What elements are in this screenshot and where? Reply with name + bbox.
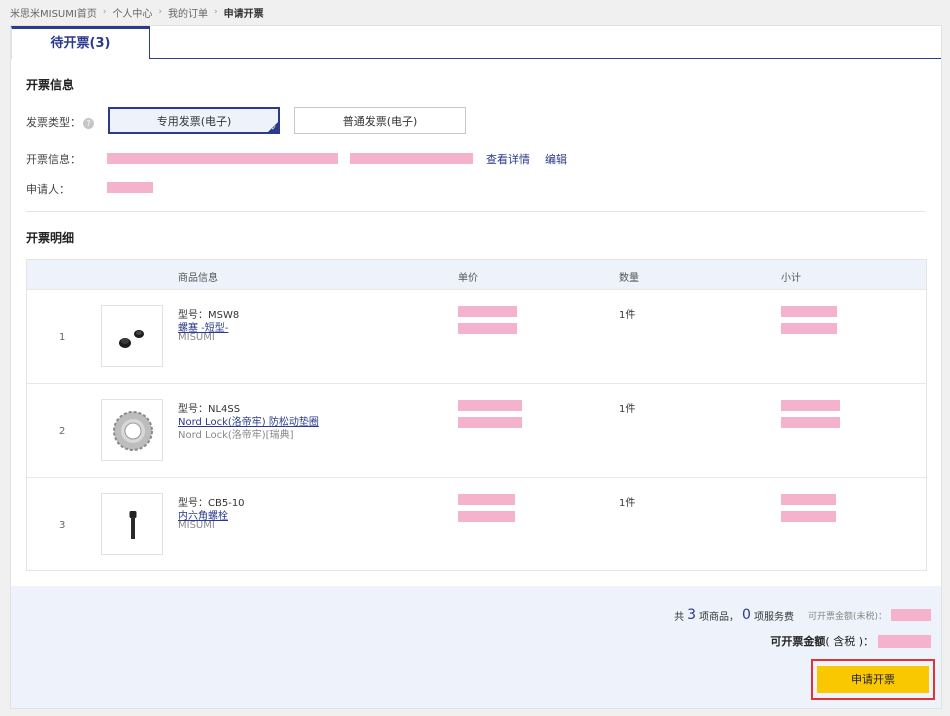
invoice-type-label: 发票类型： bbox=[26, 116, 81, 129]
table-row: 3 型号：CB5-10 内六角螺栓 MISUMI 1件 bbox=[27, 477, 926, 571]
col-product-info: 商品信息 bbox=[178, 273, 218, 284]
redacted-unit-price-tax bbox=[458, 417, 522, 428]
product-image[interactable] bbox=[101, 493, 163, 555]
product-count: 3 bbox=[687, 607, 697, 623]
redacted-amount-excl-tax bbox=[891, 609, 931, 621]
redacted-amount-incl-tax bbox=[878, 634, 931, 648]
breadcrumb-my-orders[interactable]: 我的订单 bbox=[168, 5, 208, 20]
product-image[interactable] bbox=[101, 399, 163, 461]
breadcrumb-current: 申请开票 bbox=[223, 8, 264, 20]
redacted-unit-price bbox=[458, 306, 517, 317]
chevron-right-icon: › bbox=[214, 7, 218, 17]
invoice-detail-title: 开票明细 bbox=[26, 231, 75, 245]
invoice-type-normal-button[interactable]: 普通发票(电子) bbox=[294, 107, 466, 134]
check-icon: ✓ bbox=[271, 124, 277, 132]
redacted-unit-price-tax bbox=[458, 511, 515, 522]
apply-button-highlight: 申请开票 bbox=[811, 659, 935, 700]
redacted-unit-price-tax bbox=[458, 323, 517, 334]
table-row: 1 型号：MSW8 螺塞 -短型- MISUMI 1件 bbox=[27, 289, 926, 383]
redacted-subtotal bbox=[781, 400, 840, 411]
redacted-applicant bbox=[107, 182, 153, 193]
col-quantity: 数量 bbox=[619, 273, 639, 284]
breadcrumb-user-center[interactable]: 个人中心 bbox=[112, 5, 152, 20]
product-quantity: 1件 bbox=[619, 498, 636, 509]
redacted-company-name bbox=[107, 153, 338, 164]
invoice-panel: 待开票(3) 开票信息 发票类型：? 专用发票(电子) ✓ 普通发票(电子) 开… bbox=[10, 25, 942, 709]
product-brand: Nord Lock(洛帝牢)[瑞典] bbox=[178, 430, 294, 441]
product-image[interactable] bbox=[101, 305, 163, 367]
redacted-subtotal bbox=[781, 306, 837, 317]
row-index: 1 bbox=[59, 332, 66, 343]
invoice-type-normal-label: 普通发票(电子) bbox=[342, 114, 418, 128]
invoice-type-special-button[interactable]: 专用发票(电子) ✓ bbox=[108, 107, 280, 134]
product-quantity: 1件 bbox=[619, 310, 636, 321]
invoice-info-title: 开票信息 bbox=[26, 78, 75, 92]
col-subtotal: 小计 bbox=[781, 273, 801, 284]
redacted-unit-price bbox=[458, 494, 515, 505]
product-count-suffix: 项商品， bbox=[699, 611, 740, 623]
amount-incl-tax-label: 可开票金额 bbox=[770, 635, 826, 648]
applicant-label: 申请人： bbox=[26, 183, 70, 196]
summary-amount-line: 可开票金额 ( 含税 )： bbox=[770, 633, 931, 649]
tab-underline-cover bbox=[12, 58, 149, 60]
redacted-subtotal-tax bbox=[781, 323, 837, 334]
invoice-type-special-label: 专用发票(电子) bbox=[156, 114, 232, 128]
invoice-info-label: 开票信息： bbox=[26, 153, 81, 166]
row-index: 2 bbox=[59, 426, 66, 437]
redacted-subtotal-tax bbox=[781, 417, 840, 428]
edit-link[interactable]: 编辑 bbox=[545, 151, 567, 167]
service-count: 0 bbox=[742, 607, 751, 623]
breadcrumb: 米思米MISUMI首页 › 个人中心 › 我的订单 › 申请开票 bbox=[10, 5, 264, 20]
tab-pending-invoice[interactable]: 待开票(3) bbox=[11, 26, 150, 59]
section-divider bbox=[26, 211, 925, 212]
table-header: 商品信息 单价 数量 小计 bbox=[27, 260, 926, 289]
col-unit-price: 单价 bbox=[458, 273, 478, 284]
redacted-unit-price bbox=[458, 400, 522, 411]
invoice-type-row: 发票类型：? bbox=[26, 114, 94, 130]
product-quantity: 1件 bbox=[619, 404, 636, 415]
service-count-suffix: 项服务费 bbox=[753, 611, 794, 623]
chevron-right-icon: › bbox=[102, 7, 107, 17]
product-brand: MISUMI bbox=[178, 520, 215, 531]
view-details-link[interactable]: 查看详情 bbox=[486, 151, 530, 167]
question-mark-icon[interactable]: ? bbox=[83, 117, 94, 129]
amount-excl-tax-label: 可开票金额(未税)： bbox=[807, 611, 887, 622]
redacted-subtotal-tax bbox=[781, 511, 836, 522]
row-index: 3 bbox=[59, 520, 66, 531]
invoice-detail-table: 商品信息 单价 数量 小计 1 型号：MSW8 螺塞 -短型- MISUMI 1… bbox=[26, 259, 927, 571]
redacted-tax-number bbox=[350, 153, 473, 164]
tab-bar: 待开票(3) bbox=[11, 26, 941, 60]
summary-total-prefix: 共 bbox=[674, 611, 685, 623]
apply-invoice-button[interactable]: 申请开票 bbox=[817, 666, 929, 693]
chevron-right-icon: › bbox=[158, 7, 163, 17]
amount-incl-tax-note: ( 含税 )： bbox=[825, 635, 874, 648]
summary-count-line: 共 3 项商品， 0 项服务费 可开票金额(未税)： bbox=[674, 607, 931, 623]
invoice-summary: 共 3 项商品， 0 项服务费 可开票金额(未税)： 可开票金额 ( 含税 )：… bbox=[11, 586, 941, 708]
breadcrumb-home[interactable]: 米思米MISUMI首页 bbox=[10, 5, 97, 20]
redacted-subtotal bbox=[781, 494, 836, 505]
table-row: 2 型号：NL4SS Nord Lock(洛帝牢) 防松动垫圈 Nord Loc… bbox=[27, 383, 926, 477]
product-brand: MISUMI bbox=[178, 332, 215, 343]
